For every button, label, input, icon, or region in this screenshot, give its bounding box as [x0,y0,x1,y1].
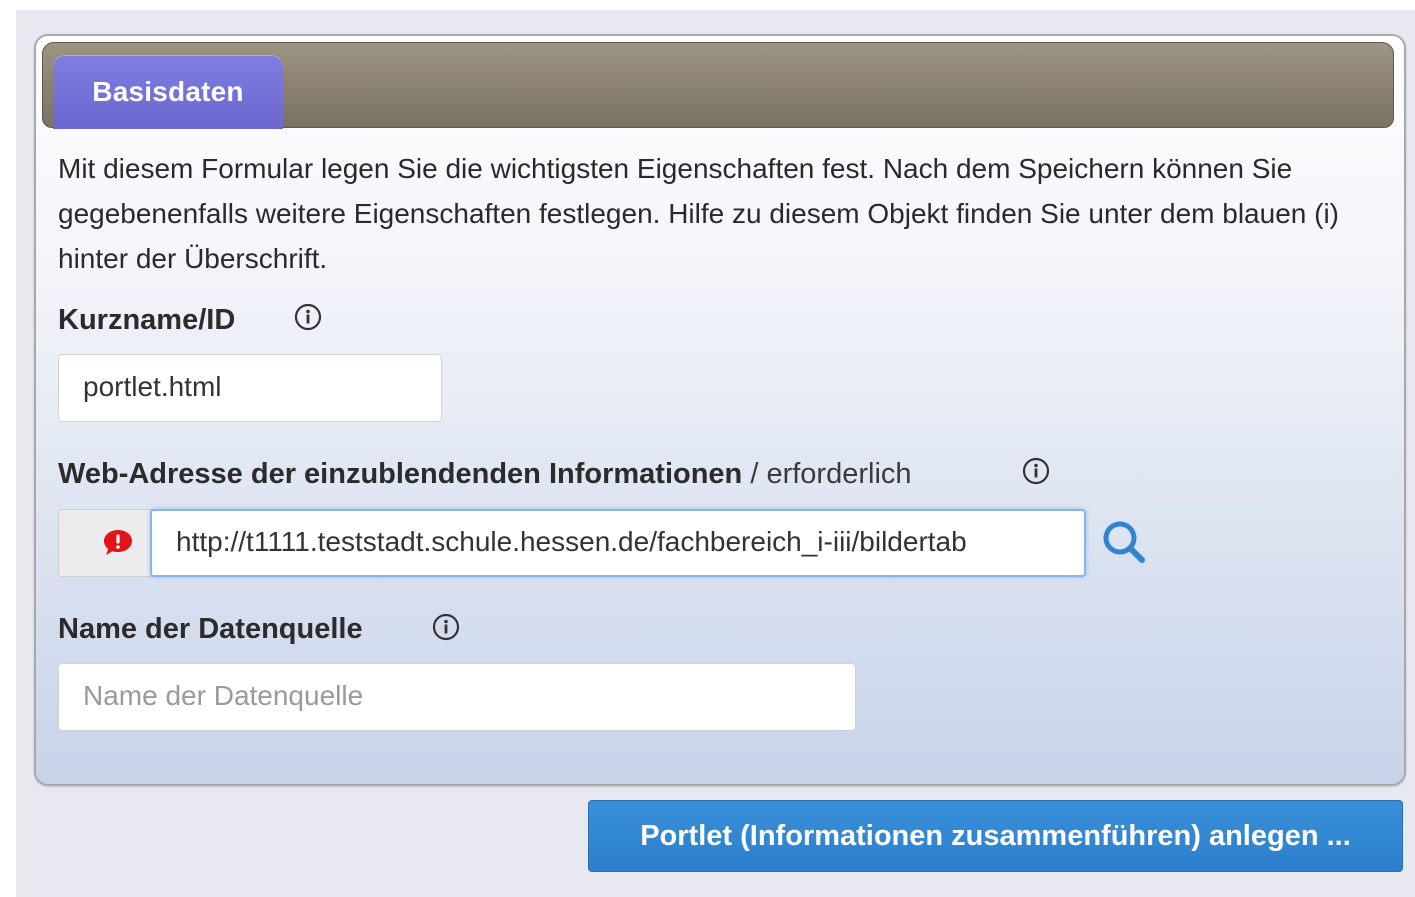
web-address-addon [58,509,152,577]
web-address-input[interactable]: http://t1111.teststadt.schule.hessen.de/… [150,509,1086,577]
form-panel: Basisdaten Mit diesem Formular legen Sie… [34,34,1406,786]
datasource-label-text: Name der Datenquelle [58,613,363,645]
web-address-label: Web-Adresse der einzublendenden Informat… [58,458,912,491]
create-portlet-button[interactable]: Portlet (Informationen zusammenführen) a… [588,800,1403,872]
intro-text: Mit diesem Formular legen Sie die wichti… [58,153,1339,274]
datasource-label: Name der Datenquelle [58,613,363,646]
shortname-label-text: Kurzname/ID [58,304,236,336]
search-icon[interactable] [1100,518,1148,566]
alert-speech-bubble-icon [104,530,132,555]
info-icon[interactable] [1022,457,1050,485]
tab-bar: Basisdaten [42,42,1394,129]
info-icon[interactable] [432,613,460,641]
shortname-label: Kurzname/ID [58,304,235,337]
datasource-input[interactable]: Name der Datenquelle [58,663,856,731]
tab-label: Basisdaten [92,76,244,107]
info-icon[interactable] [294,303,322,331]
web-address-label-text: Web-Adresse der einzublendenden Informat… [58,458,743,490]
required-marker: / erforderlich [742,458,912,490]
shortname-input[interactable]: portlet.html [58,354,442,422]
tab-basisdaten[interactable]: Basisdaten [53,55,283,129]
